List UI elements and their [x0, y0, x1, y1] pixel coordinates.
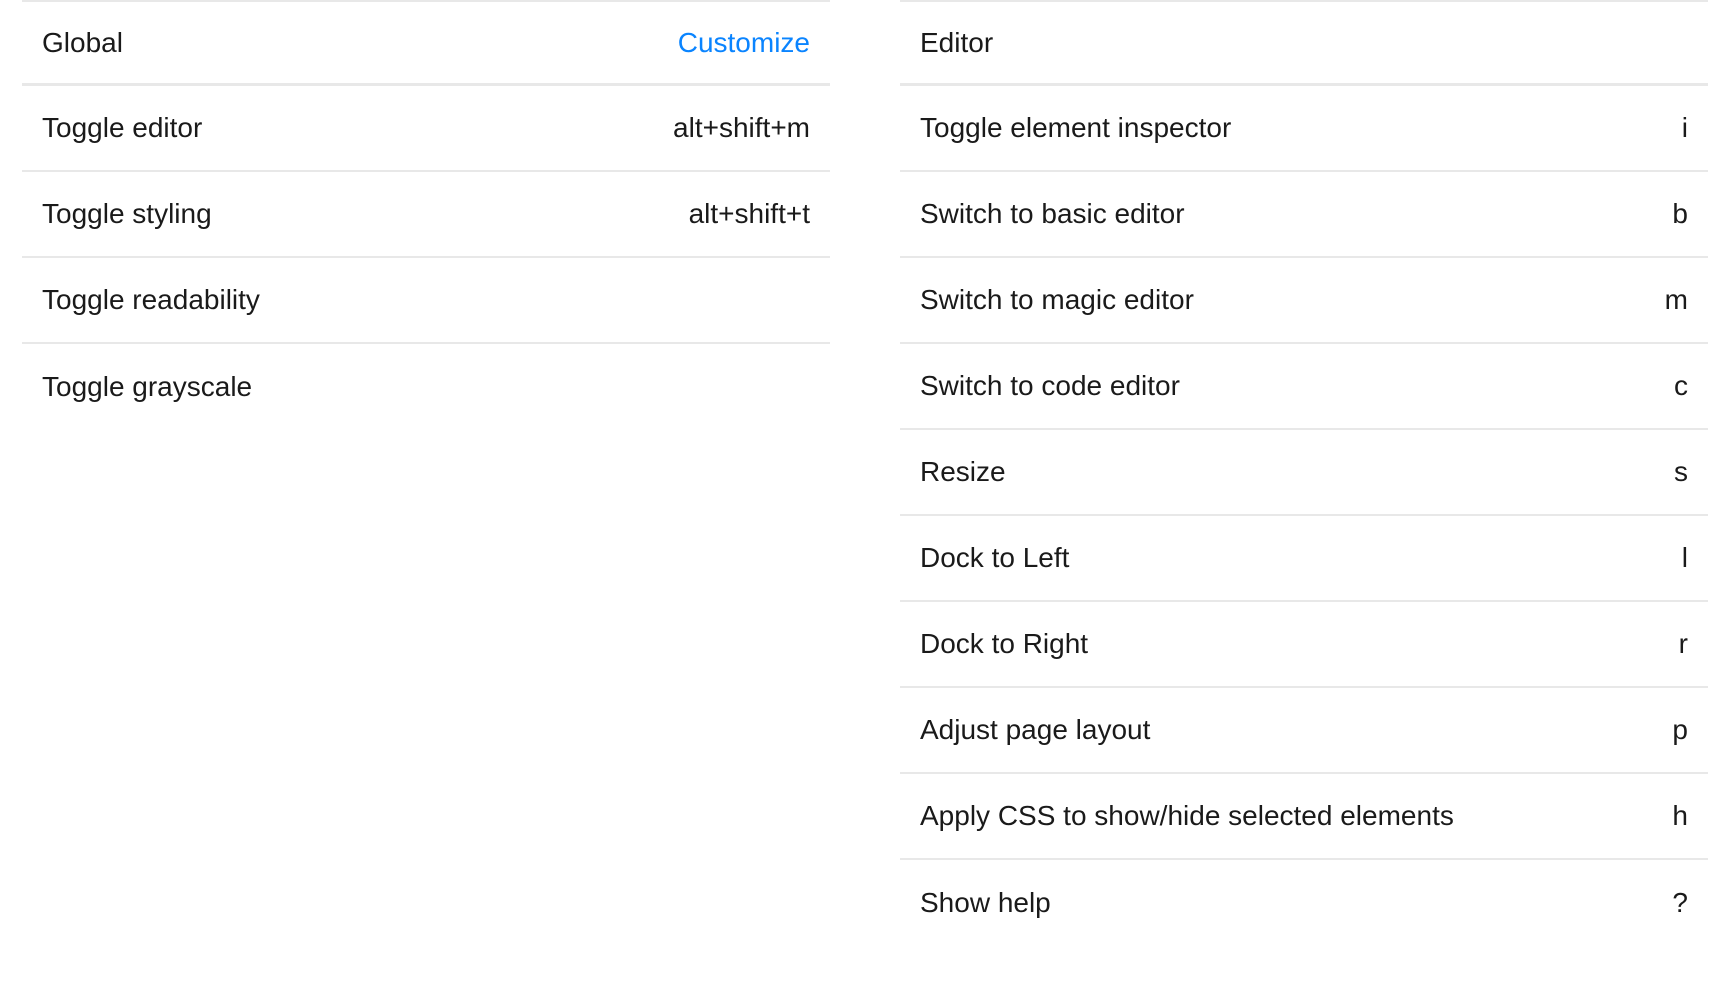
shortcut-row[interactable]: Toggle styling alt+shift+t	[22, 172, 830, 258]
shortcut-label: Apply CSS to show/hide selected elements	[920, 800, 1672, 832]
shortcut-row[interactable]: Resize s	[900, 430, 1708, 516]
shortcut-label: Switch to magic editor	[920, 284, 1665, 316]
shortcut-label: Adjust page layout	[920, 714, 1672, 746]
shortcut-row[interactable]: Adjust page layout p	[900, 688, 1708, 774]
shortcut-label: Resize	[920, 456, 1674, 488]
shortcut-row[interactable]: Dock to Right r	[900, 602, 1708, 688]
editor-section-title: Editor	[920, 27, 993, 59]
shortcut-key: s	[1674, 456, 1688, 488]
shortcut-row[interactable]: Toggle grayscale	[22, 344, 830, 430]
shortcut-row[interactable]: Toggle readability	[22, 258, 830, 344]
shortcut-label: Toggle readability	[42, 284, 810, 316]
shortcut-label: Switch to basic editor	[920, 198, 1672, 230]
shortcut-label: Toggle editor	[42, 112, 673, 144]
shortcut-row[interactable]: Apply CSS to show/hide selected elements…	[900, 774, 1708, 860]
shortcut-label: Toggle grayscale	[42, 371, 810, 403]
customize-link[interactable]: Customize	[678, 27, 810, 59]
shortcut-key: l	[1682, 542, 1688, 574]
editor-section-header: Editor	[900, 0, 1708, 86]
shortcut-row[interactable]: Toggle editor alt+shift+m	[22, 86, 830, 172]
shortcut-key: p	[1672, 714, 1688, 746]
shortcut-key: i	[1682, 112, 1688, 144]
global-section: Global Customize Toggle editor alt+shift…	[22, 0, 830, 946]
shortcut-row[interactable]: Toggle element inspector i	[900, 86, 1708, 172]
shortcut-label: Toggle styling	[42, 198, 689, 230]
shortcut-key: b	[1672, 198, 1688, 230]
shortcuts-panel: Global Customize Toggle editor alt+shift…	[0, 0, 1730, 946]
shortcut-label: Dock to Left	[920, 542, 1682, 574]
global-section-header: Global Customize	[22, 0, 830, 86]
shortcut-label: Show help	[920, 887, 1672, 919]
shortcut-key: alt+shift+t	[689, 198, 810, 230]
shortcut-key: h	[1672, 800, 1688, 832]
shortcut-key: r	[1679, 628, 1688, 660]
shortcut-key: alt+shift+m	[673, 112, 810, 144]
shortcut-label: Toggle element inspector	[920, 112, 1682, 144]
editor-section: Editor Toggle element inspector i Switch…	[900, 0, 1708, 946]
global-section-title: Global	[42, 27, 123, 59]
shortcut-row[interactable]: Show help ?	[900, 860, 1708, 946]
shortcut-key: m	[1665, 284, 1688, 316]
shortcut-label: Dock to Right	[920, 628, 1679, 660]
shortcut-row[interactable]: Switch to code editor c	[900, 344, 1708, 430]
shortcut-key: c	[1674, 370, 1688, 402]
shortcut-row[interactable]: Switch to basic editor b	[900, 172, 1708, 258]
shortcut-label: Switch to code editor	[920, 370, 1674, 402]
shortcut-row[interactable]: Switch to magic editor m	[900, 258, 1708, 344]
shortcut-row[interactable]: Dock to Left l	[900, 516, 1708, 602]
shortcut-key: ?	[1672, 887, 1688, 919]
